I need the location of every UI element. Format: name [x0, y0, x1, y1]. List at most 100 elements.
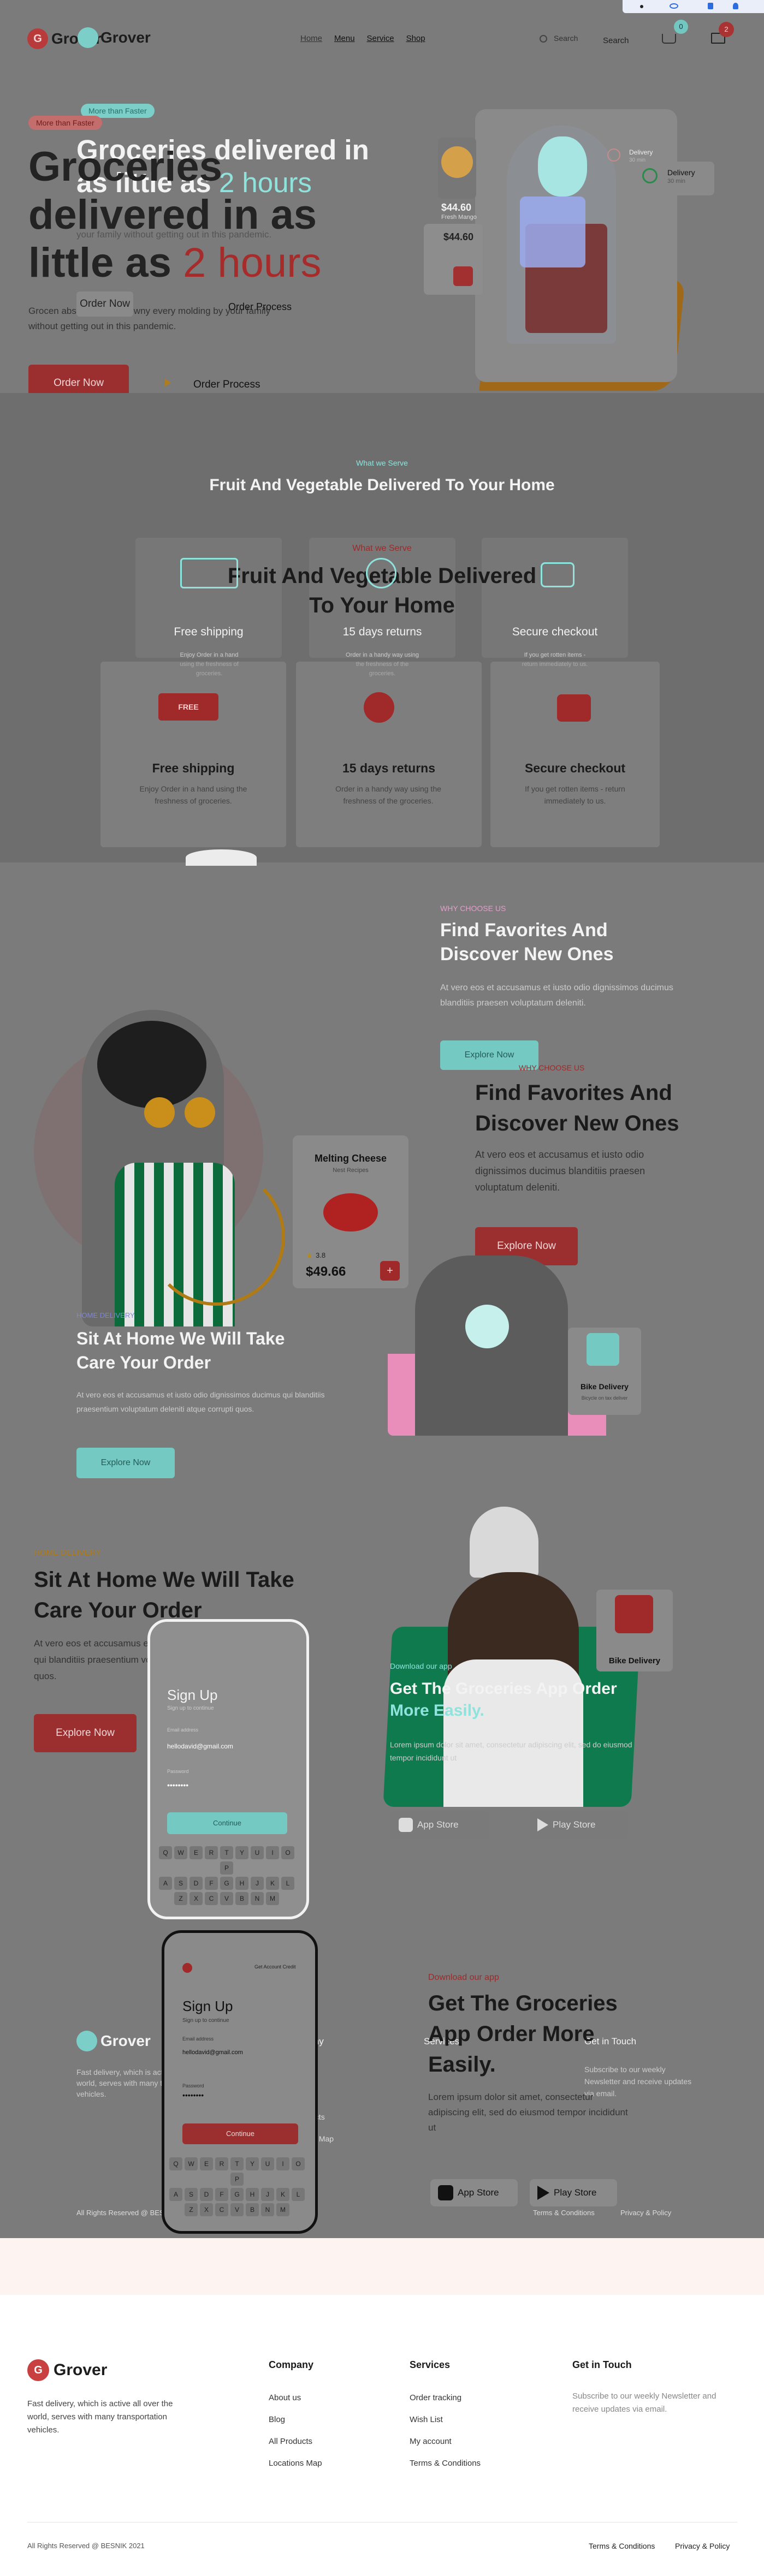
- footer-link-terms[interactable]: Terms & Conditions: [410, 2459, 481, 2468]
- keyboard-key[interactable]: W: [185, 2157, 198, 2170]
- phone-keyboard: Q W E R T Y U I O P ASDFGHJKL ZXCVBNM: [165, 2156, 309, 2217]
- keyboard-key[interactable]: G: [230, 2188, 244, 2201]
- keyboard-key[interactable]: H: [246, 2188, 259, 2201]
- keyboard-key[interactable]: H: [235, 1877, 248, 1890]
- product-add-button[interactable]: +: [380, 1261, 400, 1281]
- phone-password[interactable]: ••••••••: [182, 2091, 204, 2099]
- order-now-echo-button[interactable]: Order Now: [76, 291, 133, 317]
- keyboard-key[interactable]: X: [200, 2203, 213, 2216]
- keyboard-key[interactable]: P: [230, 2173, 244, 2186]
- feature-card-1: [100, 662, 286, 847]
- keyboard-key[interactable]: Q: [169, 2157, 182, 2170]
- phone-continue-button[interactable]: Continue: [182, 2123, 298, 2144]
- footer-echo-legal-1[interactable]: Terms & Conditions: [533, 2209, 595, 2217]
- keyboard-key[interactable]: K: [276, 2188, 289, 2201]
- keyboard-key[interactable]: F: [215, 2188, 228, 2201]
- keyboard-key[interactable]: D: [200, 2188, 213, 2201]
- footer-link-all-products[interactable]: All Products: [269, 2437, 312, 2446]
- keyboard-key[interactable]: V: [230, 2203, 244, 2216]
- keyboard-key[interactable]: G: [220, 1877, 233, 1890]
- keyboard-key[interactable]: F: [205, 1877, 218, 1890]
- play-store-echo-button[interactable]: Play Store: [530, 1811, 628, 1839]
- keyboard-key[interactable]: P: [220, 1861, 233, 1875]
- keyboard-key[interactable]: N: [261, 2203, 274, 2216]
- footer-link-about-us[interactable]: About us: [269, 2393, 301, 2402]
- nav-menu[interactable]: Menu: [334, 34, 355, 43]
- keyboard-key[interactable]: A: [159, 1877, 172, 1890]
- keyboard-key[interactable]: C: [215, 2203, 228, 2216]
- footer-link-my-account[interactable]: My account: [410, 2437, 452, 2446]
- phone-echo-password[interactable]: ••••••••: [167, 1781, 188, 1789]
- keyboard-key[interactable]: T: [230, 2157, 244, 2170]
- keyboard-key[interactable]: E: [189, 1846, 203, 1859]
- keyboard-key[interactable]: J: [261, 2188, 274, 2201]
- keyboard-key[interactable]: S: [185, 2188, 198, 2201]
- keyboard-key[interactable]: B: [235, 1892, 248, 1905]
- phone-top-link[interactable]: Get Account Credit: [254, 1964, 296, 1970]
- keyboard-key[interactable]: J: [251, 1877, 264, 1890]
- keyboard-key[interactable]: M: [276, 2203, 289, 2216]
- keyboard-key[interactable]: Y: [246, 2157, 259, 2170]
- cloud-decoration: [186, 849, 257, 866]
- footer-link-blog[interactable]: Blog: [269, 2415, 285, 2424]
- keyboard-key[interactable]: L: [281, 1877, 294, 1890]
- keyboard-key[interactable]: K: [266, 1877, 279, 1890]
- keyboard-key[interactable]: I: [266, 1846, 279, 1859]
- lock-icon[interactable]: [708, 3, 713, 9]
- dot-icon[interactable]: [640, 5, 643, 8]
- footer-link-order-tracking[interactable]: Order tracking: [410, 2393, 461, 2402]
- eye-icon[interactable]: [670, 3, 678, 9]
- keyboard-key[interactable]: A: [169, 2188, 182, 2201]
- keyboard-key[interactable]: M: [266, 1892, 279, 1905]
- keyboard-key[interactable]: S: [174, 1877, 187, 1890]
- order-process-echo[interactable]: Order Process: [228, 301, 292, 313]
- keyboard-key[interactable]: R: [215, 2157, 228, 2170]
- keyboard-key[interactable]: R: [205, 1846, 218, 1859]
- order-process-link[interactable]: Order Process: [193, 379, 260, 391]
- keyboard-key[interactable]: T: [220, 1846, 233, 1859]
- keyboard-key[interactable]: C: [205, 1892, 218, 1905]
- keyboard-key[interactable]: Z: [174, 1892, 187, 1905]
- nav-service[interactable]: Service: [367, 34, 394, 43]
- app-store-button[interactable]: App Store: [430, 2179, 518, 2206]
- play-store-button[interactable]: Play Store: [530, 2179, 617, 2206]
- keyboard-key[interactable]: Z: [185, 2203, 198, 2216]
- nav-shop[interactable]: Shop: [406, 34, 425, 43]
- add-to-cart-icon[interactable]: [453, 266, 473, 286]
- phone-echo-email[interactable]: hellodavid@gmail.com: [167, 1742, 233, 1750]
- footer-link-locations-map[interactable]: Locations Map: [269, 2459, 322, 2468]
- footer-echo-legal-2[interactable]: Privacy & Policy: [620, 2209, 671, 2217]
- footer-logo[interactable]: G Grover: [27, 2359, 107, 2381]
- footer-privacy-link[interactable]: Privacy & Policy: [675, 2542, 730, 2550]
- keyboard-key[interactable]: Y: [235, 1846, 248, 1859]
- keyboard-key[interactable]: U: [251, 1846, 264, 1859]
- user-icon[interactable]: [733, 3, 738, 9]
- footer-link-wish-list[interactable]: Wish List: [410, 2415, 443, 2424]
- keyboard-key[interactable]: N: [251, 1892, 264, 1905]
- keyboard-key[interactable]: W: [174, 1846, 187, 1859]
- explore-now-echo-button-2[interactable]: Explore Now: [76, 1448, 175, 1478]
- basket-icon[interactable]: [662, 34, 676, 44]
- search-icon[interactable]: [540, 35, 547, 43]
- keyboard-key[interactable]: O: [292, 2157, 305, 2170]
- phone-echo-continue-button[interactable]: Continue: [167, 1812, 287, 1834]
- nav-home[interactable]: Home: [300, 34, 322, 43]
- keyboard-key[interactable]: E: [200, 2157, 213, 2170]
- play-icon[interactable]: [165, 379, 171, 386]
- app-store-echo-button[interactable]: App Store: [391, 1811, 489, 1839]
- phone-email[interactable]: hellodavid@gmail.com: [182, 2049, 243, 2056]
- keyboard-key[interactable]: L: [292, 2188, 305, 2201]
- search-label[interactable]: Search: [554, 34, 578, 43]
- keyboard-key[interactable]: B: [246, 2203, 259, 2216]
- phone-echo-subtitle: Sign up to continue: [167, 1705, 214, 1711]
- keyboard-key[interactable]: X: [189, 1892, 203, 1905]
- search-label-echo[interactable]: Search: [603, 36, 629, 45]
- keyboard-key[interactable]: I: [276, 2157, 289, 2170]
- keyboard-key[interactable]: U: [261, 2157, 274, 2170]
- footer-terms-link[interactable]: Terms & Conditions: [589, 2542, 655, 2550]
- explore-now-button-2[interactable]: Explore Now: [34, 1714, 137, 1752]
- keyboard-key[interactable]: D: [189, 1877, 203, 1890]
- keyboard-key[interactable]: Q: [159, 1846, 172, 1859]
- keyboard-key[interactable]: O: [281, 1846, 294, 1859]
- keyboard-key[interactable]: V: [220, 1892, 233, 1905]
